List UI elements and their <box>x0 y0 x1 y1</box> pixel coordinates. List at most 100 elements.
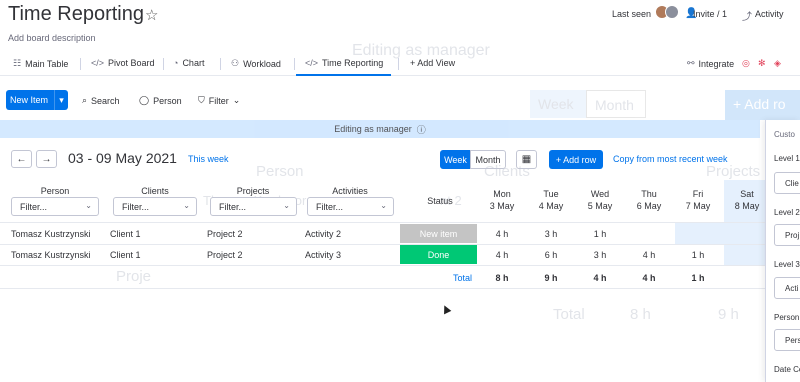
customize-panel: Custo Level 1 Clie Level 2 Proj Level 3 … <box>765 120 800 382</box>
avatar[interactable] <box>665 5 679 19</box>
level-3-select[interactable]: Acti <box>774 277 800 299</box>
hours-cell[interactable]: 4 h <box>626 250 672 260</box>
day-name: Wed <box>590 189 610 199</box>
integrate-label: Integrate <box>698 58 735 69</box>
hours-cell[interactable]: 3 h <box>528 229 574 239</box>
level-1-select[interactable]: Clie <box>774 172 800 194</box>
total-cell: 1 h <box>691 273 705 283</box>
tab-label: Workload <box>243 58 281 69</box>
tab-divider <box>80 58 81 70</box>
day-name: Thu <box>641 189 657 199</box>
hours-cell[interactable]: 3 h <box>577 250 623 260</box>
column-header-clients: Clients <box>141 186 169 196</box>
clients-filter[interactable]: Filter... ⌄ <box>113 197 197 216</box>
chevron-down-icon[interactable]: ▾ <box>54 90 68 110</box>
month-toggle[interactable]: Month <box>470 150 506 169</box>
day-header-fri: Fri 7 May <box>675 188 721 212</box>
tab-divider <box>398 58 399 70</box>
tab-chart[interactable]: ◔ Chart <box>173 58 204 68</box>
week-toggle[interactable]: Week <box>440 150 471 169</box>
chevron-down-icon: ⌄ <box>232 95 241 105</box>
column-header-person: Person <box>40 186 70 196</box>
info-icon[interactable]: ⓘ <box>417 123 426 136</box>
new-item-button[interactable]: New Item ▾ <box>6 90 68 110</box>
person-icon: ◯ <box>139 95 150 105</box>
activities-filter[interactable]: Filter... ⌄ <box>307 197 394 216</box>
search-button[interactable]: ⌕ Search <box>82 95 120 106</box>
invite-button[interactable]: Invite / 1 <box>693 9 727 19</box>
slack-icon[interactable]: ✻ <box>758 58 766 69</box>
star-icon[interactable]: ☆ <box>145 6 158 24</box>
panel-header: Custo <box>774 130 795 139</box>
person-filter-button[interactable]: ◯ Person <box>139 95 182 106</box>
this-week-link[interactable]: This week <box>188 154 229 164</box>
tab-pivot-board[interactable]: </> Pivot Board <box>91 58 155 68</box>
filter-placeholder: Filter... <box>316 202 344 212</box>
calendar-icon[interactable]: ▦ <box>516 150 537 169</box>
ghost-week: Week <box>530 90 586 118</box>
status-badge[interactable]: Done <box>400 245 477 264</box>
day-header-sat: Sat 8 May <box>724 188 770 212</box>
day-name: Sat <box>740 189 754 199</box>
filter-placeholder: Filter... <box>219 202 247 212</box>
person-label: Person <box>774 313 800 322</box>
day-header-tue: Tue 4 May <box>528 188 574 212</box>
table-row[interactable]: Tomasz Kustrzynski Client 1 Project 2 Ac… <box>0 245 765 265</box>
hours-cell[interactable]: 6 h <box>528 250 574 260</box>
level-2-select[interactable]: Proj <box>774 224 800 246</box>
activity-icon: ⤴ <box>742 12 752 23</box>
hours-cell[interactable]: 1 h <box>577 229 623 239</box>
copy-recent-week-link[interactable]: Copy from most recent week <box>613 154 728 164</box>
add-row-button[interactable]: + Add row <box>549 150 603 169</box>
client-cell: Client 1 <box>110 250 141 260</box>
table-row[interactable]: Tomasz Kustrzynski Client 1 Project 2 Ac… <box>0 223 765 244</box>
total-cell: 9 h <box>544 273 558 283</box>
day-name: Fri <box>692 189 704 199</box>
column-header-status: Status <box>427 196 453 206</box>
day-header-thu: Thu 6 May <box>626 188 672 212</box>
projects-filter[interactable]: Filter... ⌄ <box>210 197 297 216</box>
tab-label: Pivot Board <box>108 58 155 68</box>
tab-label: Chart <box>182 58 205 68</box>
totals-row: Total 8 h 9 h 4 h 4 h 1 h <box>0 266 765 288</box>
client-cell: Client 1 <box>110 229 141 239</box>
code-icon: </> <box>305 58 319 68</box>
hours-cell[interactable]: 4 h <box>479 229 525 239</box>
board-description[interactable]: Add board description <box>8 33 96 43</box>
person-select[interactable]: Pers <box>774 329 800 351</box>
tab-time-reporting[interactable]: </> Time Reporting <box>305 58 383 68</box>
activity-cell: Activity 2 <box>305 229 342 239</box>
search-label: Search <box>91 95 120 106</box>
board-title[interactable]: Time Reporting <box>8 3 144 26</box>
activity-button[interactable]: Activity <box>755 9 784 19</box>
next-week-button[interactable]: → <box>36 150 57 168</box>
tab-main-table[interactable]: ☷ Main Table <box>13 58 68 69</box>
tab-divider <box>294 58 295 70</box>
day-name: Tue <box>543 189 559 199</box>
day-date: 4 May <box>538 201 564 211</box>
integrate-button[interactable]: ⚯ Integrate <box>687 58 734 69</box>
date-range: 03 - 09 May 2021 <box>68 150 177 166</box>
person-filter[interactable]: Filter... ⌄ <box>11 197 99 216</box>
add-view-button[interactable]: + Add View <box>410 58 455 68</box>
workload-icon: ⚇ <box>231 58 240 68</box>
status-badge[interactable]: New item <box>400 224 477 243</box>
level-3-label: Level 3 <box>774 260 800 269</box>
level-2-label: Level 2 <box>774 208 800 217</box>
mouse-cursor-icon <box>440 303 452 315</box>
day-date: 5 May <box>587 201 613 211</box>
total-label: Total <box>453 273 473 283</box>
filter-button[interactable]: ⛉ Filter ⌄ <box>198 95 240 106</box>
day-date: 6 May <box>636 201 662 211</box>
chevron-down-icon: ⌄ <box>283 201 290 210</box>
date-column-label: Date Co <box>774 365 800 374</box>
tab-workload[interactable]: ⚇ Workload <box>231 58 281 69</box>
integration-app-icon[interactable]: ◈ <box>774 58 781 69</box>
person-cell: Tomasz Kustrzynski <box>11 229 91 239</box>
previous-week-button[interactable]: ← <box>11 150 32 168</box>
hours-cell[interactable]: 4 h <box>479 250 525 260</box>
integrate-icon: ⚯ <box>687 58 695 68</box>
hours-cell[interactable]: 1 h <box>675 250 721 260</box>
tab-label: + Add View <box>410 58 456 68</box>
integration-app-icon[interactable]: ◎ <box>742 58 750 69</box>
